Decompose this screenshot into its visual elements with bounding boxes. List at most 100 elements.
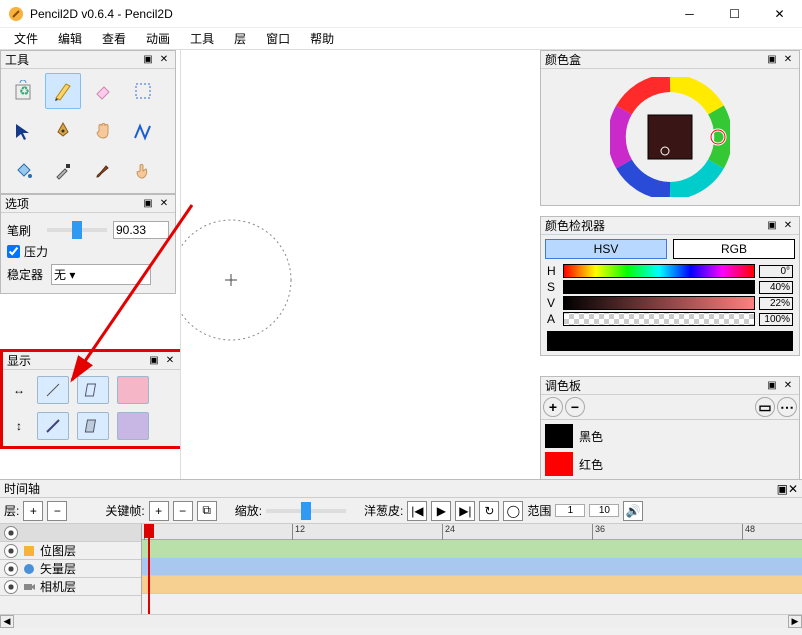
close-icon[interactable]: ✕: [781, 379, 795, 393]
palette-menu-icon[interactable]: ⋯: [777, 397, 797, 417]
eye-icon[interactable]: [4, 526, 18, 540]
hue-slider[interactable]: [563, 264, 755, 278]
outlines-button[interactable]: [77, 376, 109, 404]
tool-hand[interactable]: [85, 113, 121, 149]
float-icon[interactable]: ▣: [777, 482, 788, 496]
tool-pen[interactable]: [45, 113, 81, 149]
tab-hsv[interactable]: HSV: [545, 239, 667, 259]
remove-keyframe-button[interactable]: −: [173, 501, 193, 521]
float-icon[interactable]: ▣: [147, 354, 161, 368]
tool-pencil[interactable]: [45, 73, 81, 109]
track-bitmap[interactable]: [142, 540, 802, 558]
sound-button[interactable]: ◯: [503, 501, 523, 521]
loop-button[interactable]: ↻: [479, 501, 499, 521]
menu-view[interactable]: 查看: [94, 28, 134, 49]
tool-clear[interactable]: ♻: [5, 73, 41, 109]
pressure-label: 压力: [24, 243, 48, 260]
range-label: 范围: [527, 502, 551, 519]
maximize-button[interactable]: ☐: [712, 0, 757, 28]
close-icon[interactable]: ✕: [781, 219, 795, 233]
close-icon[interactable]: ✕: [157, 197, 171, 211]
window-title: Pencil2D v0.6.4 - Pencil2D: [30, 7, 667, 21]
track-vector[interactable]: [142, 558, 802, 576]
val-slider[interactable]: [563, 296, 755, 310]
track-camera[interactable]: [142, 576, 802, 594]
layer-header[interactable]: [0, 524, 141, 542]
speaker-button[interactable]: 🔊: [623, 501, 643, 521]
alpha-slider[interactable]: [563, 312, 755, 326]
menu-file[interactable]: 文件: [6, 28, 46, 49]
range-start-input[interactable]: [555, 504, 585, 517]
tool-brush[interactable]: [85, 153, 121, 189]
onion-next-button[interactable]: [117, 412, 149, 440]
menu-help[interactable]: 帮助: [302, 28, 342, 49]
thin-lines-2-button[interactable]: [37, 412, 69, 440]
close-icon[interactable]: ✕: [781, 53, 795, 67]
stabilizer-select[interactable]: 无 ▾: [51, 264, 151, 285]
range-end-input[interactable]: [589, 504, 619, 517]
tab-rgb[interactable]: RGB: [673, 239, 795, 259]
sat-value[interactable]: 40%: [759, 281, 793, 294]
thin-lines-button[interactable]: [37, 376, 69, 404]
float-icon[interactable]: ▣: [141, 197, 155, 211]
play-start-button[interactable]: |◀: [407, 501, 427, 521]
eye-icon[interactable]: [4, 562, 18, 576]
options-dock: 选项 ▣ ✕ 笔刷 压力 稳定器 无 ▾: [0, 194, 176, 294]
menu-edit[interactable]: 编辑: [50, 28, 90, 49]
play-end-button[interactable]: ▶|: [455, 501, 475, 521]
tool-bucket[interactable]: [5, 153, 41, 189]
options-title: 选项: [5, 195, 139, 212]
outlines-2-button[interactable]: [77, 412, 109, 440]
palette-item[interactable]: 红色: [543, 450, 797, 478]
tool-select[interactable]: [125, 73, 161, 109]
palette-view-icon[interactable]: ▭: [755, 397, 775, 417]
hue-value[interactable]: 0°: [759, 265, 793, 278]
float-icon[interactable]: ▣: [141, 53, 155, 67]
float-icon[interactable]: ▣: [765, 219, 779, 233]
layer-row[interactable]: 位图层: [0, 542, 141, 560]
close-icon[interactable]: ✕: [157, 53, 171, 67]
onion-prev-button[interactable]: [117, 376, 149, 404]
brush-size-slider[interactable]: [47, 228, 107, 232]
scroll-right-button[interactable]: ▶: [788, 615, 802, 628]
close-icon[interactable]: ✕: [788, 482, 798, 496]
menu-window[interactable]: 窗口: [258, 28, 298, 49]
float-icon[interactable]: ▣: [765, 379, 779, 393]
val-value[interactable]: 22%: [759, 297, 793, 310]
tool-polyline[interactable]: [125, 113, 161, 149]
playhead[interactable]: [144, 524, 154, 614]
palette-item[interactable]: 黑色: [543, 422, 797, 450]
menu-layer[interactable]: 层: [226, 28, 254, 49]
menu-animation[interactable]: 动画: [138, 28, 178, 49]
alpha-value[interactable]: 100%: [759, 313, 793, 326]
color-wheel[interactable]: [610, 77, 730, 197]
canvas-area[interactable]: [180, 50, 540, 480]
tool-eyedropper[interactable]: [45, 153, 81, 189]
add-layer-button[interactable]: +: [23, 501, 43, 521]
scroll-left-button[interactable]: ◀: [0, 615, 14, 628]
remove-color-button[interactable]: −: [565, 397, 585, 417]
timeline-tracks[interactable]: 1 12 24 36 48: [142, 524, 802, 614]
tool-smudge[interactable]: [125, 153, 161, 189]
eye-icon[interactable]: [4, 580, 18, 594]
add-keyframe-button[interactable]: +: [149, 501, 169, 521]
layer-row[interactable]: 矢量层: [0, 560, 141, 578]
play-button[interactable]: ▶: [431, 501, 451, 521]
eye-icon[interactable]: [4, 544, 18, 558]
remove-layer-button[interactable]: −: [47, 501, 67, 521]
minimize-button[interactable]: ─: [667, 0, 712, 28]
timeline-zoom-slider[interactable]: [266, 509, 346, 513]
close-icon[interactable]: ✕: [163, 354, 177, 368]
pressure-checkbox[interactable]: [7, 245, 20, 258]
float-icon[interactable]: ▣: [765, 53, 779, 67]
sat-slider[interactable]: [563, 280, 755, 294]
layer-row[interactable]: 相机层: [0, 578, 141, 596]
close-button[interactable]: ✕: [757, 0, 802, 28]
tool-move[interactable]: [5, 113, 41, 149]
svg-text:♻: ♻: [19, 84, 30, 98]
menu-tools[interactable]: 工具: [182, 28, 222, 49]
brush-size-input[interactable]: [113, 221, 169, 239]
duplicate-keyframe-button[interactable]: ⧉: [197, 501, 217, 521]
tool-eraser[interactable]: [85, 73, 121, 109]
add-color-button[interactable]: +: [543, 397, 563, 417]
